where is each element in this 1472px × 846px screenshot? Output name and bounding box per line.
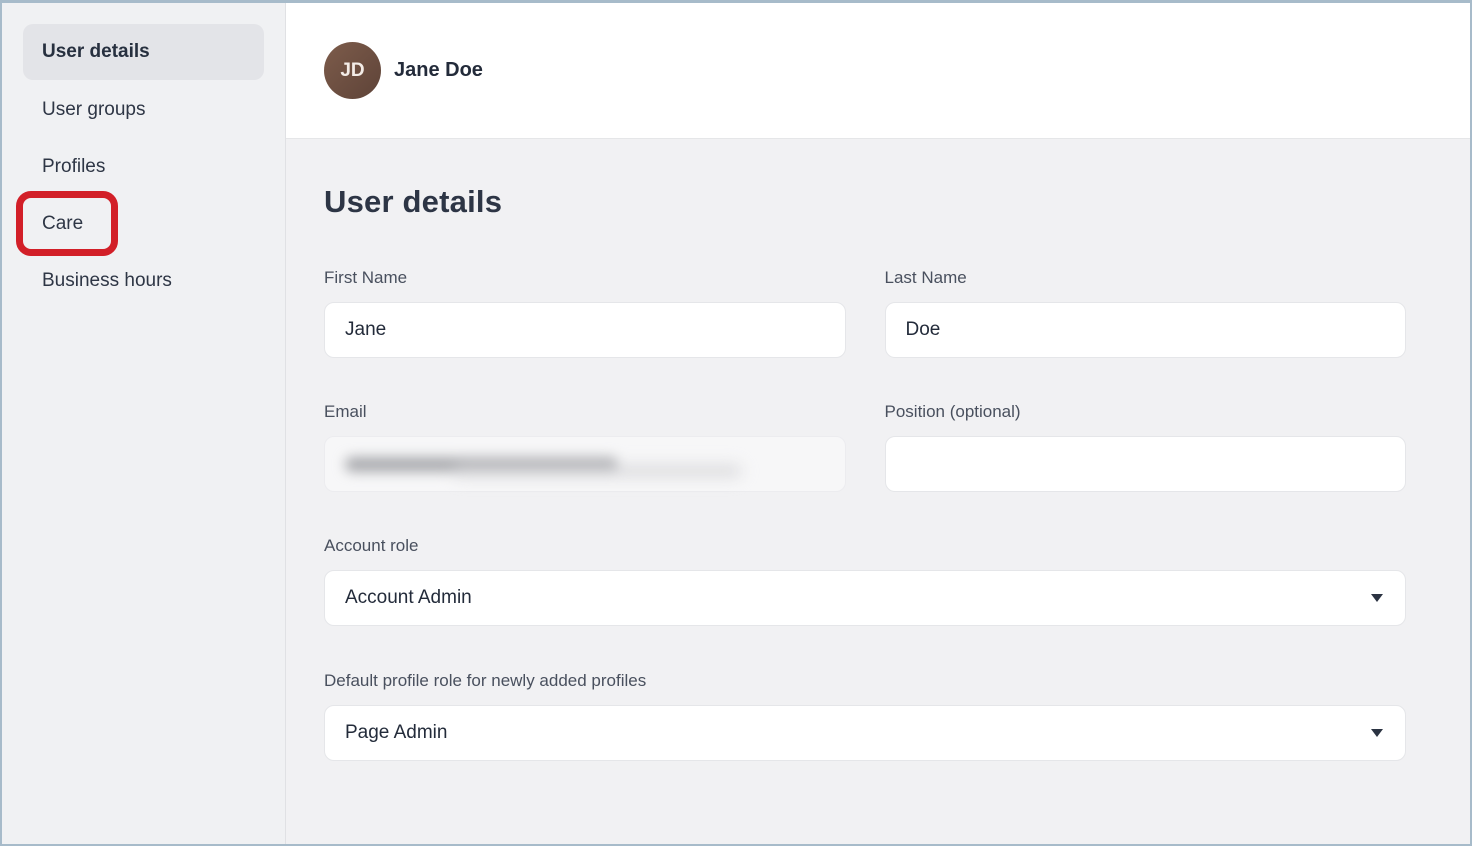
account-role-field-group: Account role Account Admin <box>324 536 1406 626</box>
chevron-down-icon <box>1371 729 1383 737</box>
sidebar-item-user-details[interactable]: User details <box>23 24 264 80</box>
email-label: Email <box>324 402 846 422</box>
account-role-label: Account role <box>324 536 1406 556</box>
account-role-value: Account Admin <box>345 587 472 609</box>
sidebar-item-label: User groups <box>42 99 146 121</box>
settings-window: User details User groups Profiles Care B… <box>0 0 1472 846</box>
default-profile-role-select[interactable]: Page Admin <box>324 705 1406 761</box>
name-email-grid: First Name Last Name Email Position (opt… <box>324 268 1406 492</box>
avatar: JD <box>324 42 381 99</box>
position-input[interactable] <box>885 436 1407 492</box>
chevron-down-icon <box>1371 594 1383 602</box>
email-field <box>324 436 846 492</box>
default-profile-role-value: Page Admin <box>345 722 447 744</box>
first-name-input[interactable] <box>324 302 846 358</box>
avatar-initials: JD <box>340 60 364 82</box>
first-name-label: First Name <box>324 268 846 288</box>
sidebar-item-business-hours[interactable]: Business hours <box>23 252 264 309</box>
last-name-label: Last Name <box>885 268 1407 288</box>
first-name-field-group: First Name <box>324 268 846 358</box>
email-redacted-value <box>345 457 618 472</box>
page-title: User details <box>324 184 1406 220</box>
sidebar-item-user-groups[interactable]: User groups <box>23 81 264 138</box>
email-field-group: Email <box>324 402 846 492</box>
default-profile-role-label: Default profile role for newly added pro… <box>324 671 1406 691</box>
sidebar-item-care[interactable]: Care <box>23 195 264 252</box>
last-name-input[interactable] <box>885 302 1407 358</box>
sidebar-item-label: Profiles <box>42 156 105 178</box>
main-column: JD Jane Doe User details First Name Last… <box>286 3 1470 844</box>
position-field-group: Position (optional) <box>885 402 1407 492</box>
position-label: Position (optional) <box>885 402 1407 422</box>
sidebar-item-label: Business hours <box>42 270 172 292</box>
account-role-select[interactable]: Account Admin <box>324 570 1406 626</box>
sidebar-item-label: Care <box>42 213 83 235</box>
sidebar-item-profiles[interactable]: Profiles <box>23 138 264 195</box>
default-profile-role-field-group: Default profile role for newly added pro… <box>324 671 1406 761</box>
last-name-field-group: Last Name <box>885 268 1407 358</box>
sidebar-item-label: User details <box>42 41 150 63</box>
user-name: Jane Doe <box>394 59 483 82</box>
user-details-panel: User details First Name Last Name Email <box>286 139 1470 844</box>
sidebar: User details User groups Profiles Care B… <box>2 3 286 844</box>
user-header: JD Jane Doe <box>286 3 1470 139</box>
